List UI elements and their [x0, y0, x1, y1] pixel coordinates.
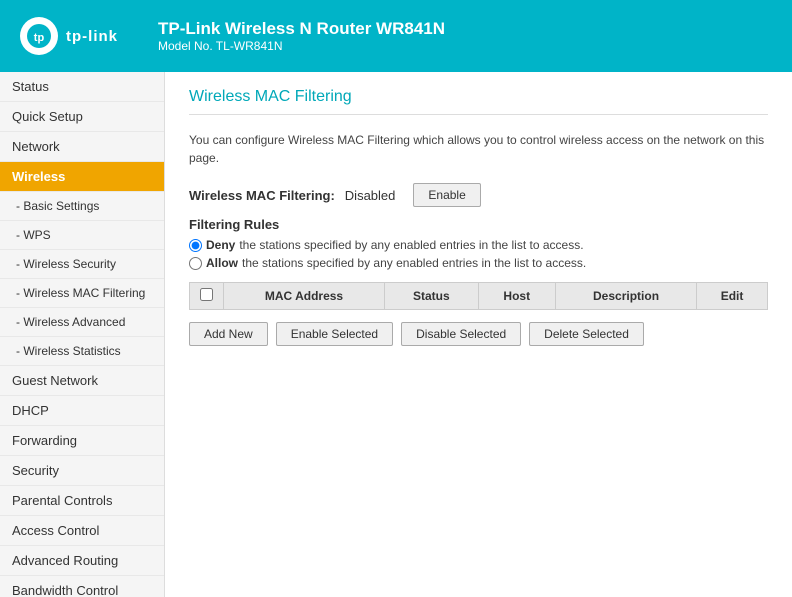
sidebar-item-status[interactable]: Status — [0, 72, 164, 102]
page-title: Wireless MAC Filtering — [189, 88, 768, 115]
mac-filtering-label: Wireless MAC Filtering: — [189, 188, 335, 203]
deny-text: the stations specified by any enabled en… — [239, 238, 583, 252]
deny-radio[interactable] — [189, 239, 202, 252]
col-description: Description — [555, 283, 696, 310]
header: tp tp-link TP-Link Wireless N Router WR8… — [0, 0, 792, 72]
header-sub-title: Model No. TL-WR841N — [158, 39, 445, 53]
sidebar-item-quick-setup[interactable]: Quick Setup — [0, 102, 164, 132]
sidebar-item-access-control[interactable]: Access Control — [0, 516, 164, 546]
col-status: Status — [385, 283, 479, 310]
sidebar-item-wireless-security[interactable]: - Wireless Security — [0, 250, 164, 279]
sidebar-item-wps[interactable]: - WPS — [0, 221, 164, 250]
enable-selected-button[interactable]: Enable Selected — [276, 322, 393, 346]
sidebar-item-wireless-mac-filtering[interactable]: - Wireless MAC Filtering — [0, 279, 164, 308]
tp-link-logo: tp — [20, 17, 58, 55]
sidebar-item-guest-network[interactable]: Guest Network — [0, 366, 164, 396]
filtering-rules-title: Filtering Rules — [189, 217, 768, 232]
sidebar-item-wireless[interactable]: Wireless — [0, 162, 164, 192]
header-title: TP-Link Wireless N Router WR841N Model N… — [158, 19, 445, 53]
main-content: Wireless MAC Filtering You can configure… — [165, 72, 792, 597]
sidebar-item-network[interactable]: Network — [0, 132, 164, 162]
sidebar-item-dhcp[interactable]: DHCP — [0, 396, 164, 426]
description: You can configure Wireless MAC Filtering… — [189, 131, 768, 167]
sidebar-item-bandwidth-control[interactable]: Bandwidth Control — [0, 576, 164, 597]
sidebar-item-security[interactable]: Security — [0, 456, 164, 486]
deny-label: Deny — [206, 238, 235, 252]
layout: StatusQuick SetupNetworkWireless- Basic … — [0, 72, 792, 597]
disable-selected-button[interactable]: Disable Selected — [401, 322, 521, 346]
sidebar-item-wireless-advanced[interactable]: - Wireless Advanced — [0, 308, 164, 337]
header-main-title: TP-Link Wireless N Router WR841N — [158, 19, 445, 39]
delete-selected-button[interactable]: Delete Selected — [529, 322, 644, 346]
allow-label: Allow — [206, 256, 238, 270]
sidebar-item-basic-settings[interactable]: - Basic Settings — [0, 192, 164, 221]
sidebar-item-advanced-routing[interactable]: Advanced Routing — [0, 546, 164, 576]
mac-table: MAC Address Status Host Description Edit — [189, 282, 768, 310]
sidebar-item-wireless-statistics[interactable]: - Wireless Statistics — [0, 337, 164, 366]
allow-radio[interactable] — [189, 257, 202, 270]
sidebar-item-parental-controls[interactable]: Parental Controls — [0, 486, 164, 516]
table-select-all-header — [190, 283, 224, 310]
svg-text:tp: tp — [34, 32, 45, 44]
logo-text: tp-link — [66, 28, 118, 45]
enable-button[interactable]: Enable — [413, 183, 480, 207]
col-host: Host — [478, 283, 555, 310]
col-mac-address: MAC Address — [224, 283, 385, 310]
allow-text: the stations specified by any enabled en… — [242, 256, 586, 270]
mac-filtering-row: Wireless MAC Filtering: Disabled Enable — [189, 183, 768, 207]
sidebar: StatusQuick SetupNetworkWireless- Basic … — [0, 72, 165, 597]
action-row: Add New Enable Selected Disable Selected… — [189, 322, 768, 346]
deny-rule-row: Deny the stations specified by any enabl… — [189, 238, 768, 252]
logo-area: tp tp-link — [20, 17, 118, 55]
allow-rule-row: Allow the stations specified by any enab… — [189, 256, 768, 270]
mac-filtering-status: Disabled — [345, 188, 396, 203]
select-all-checkbox[interactable] — [200, 288, 213, 301]
sidebar-item-forwarding[interactable]: Forwarding — [0, 426, 164, 456]
col-edit: Edit — [697, 283, 768, 310]
add-new-button[interactable]: Add New — [189, 322, 268, 346]
